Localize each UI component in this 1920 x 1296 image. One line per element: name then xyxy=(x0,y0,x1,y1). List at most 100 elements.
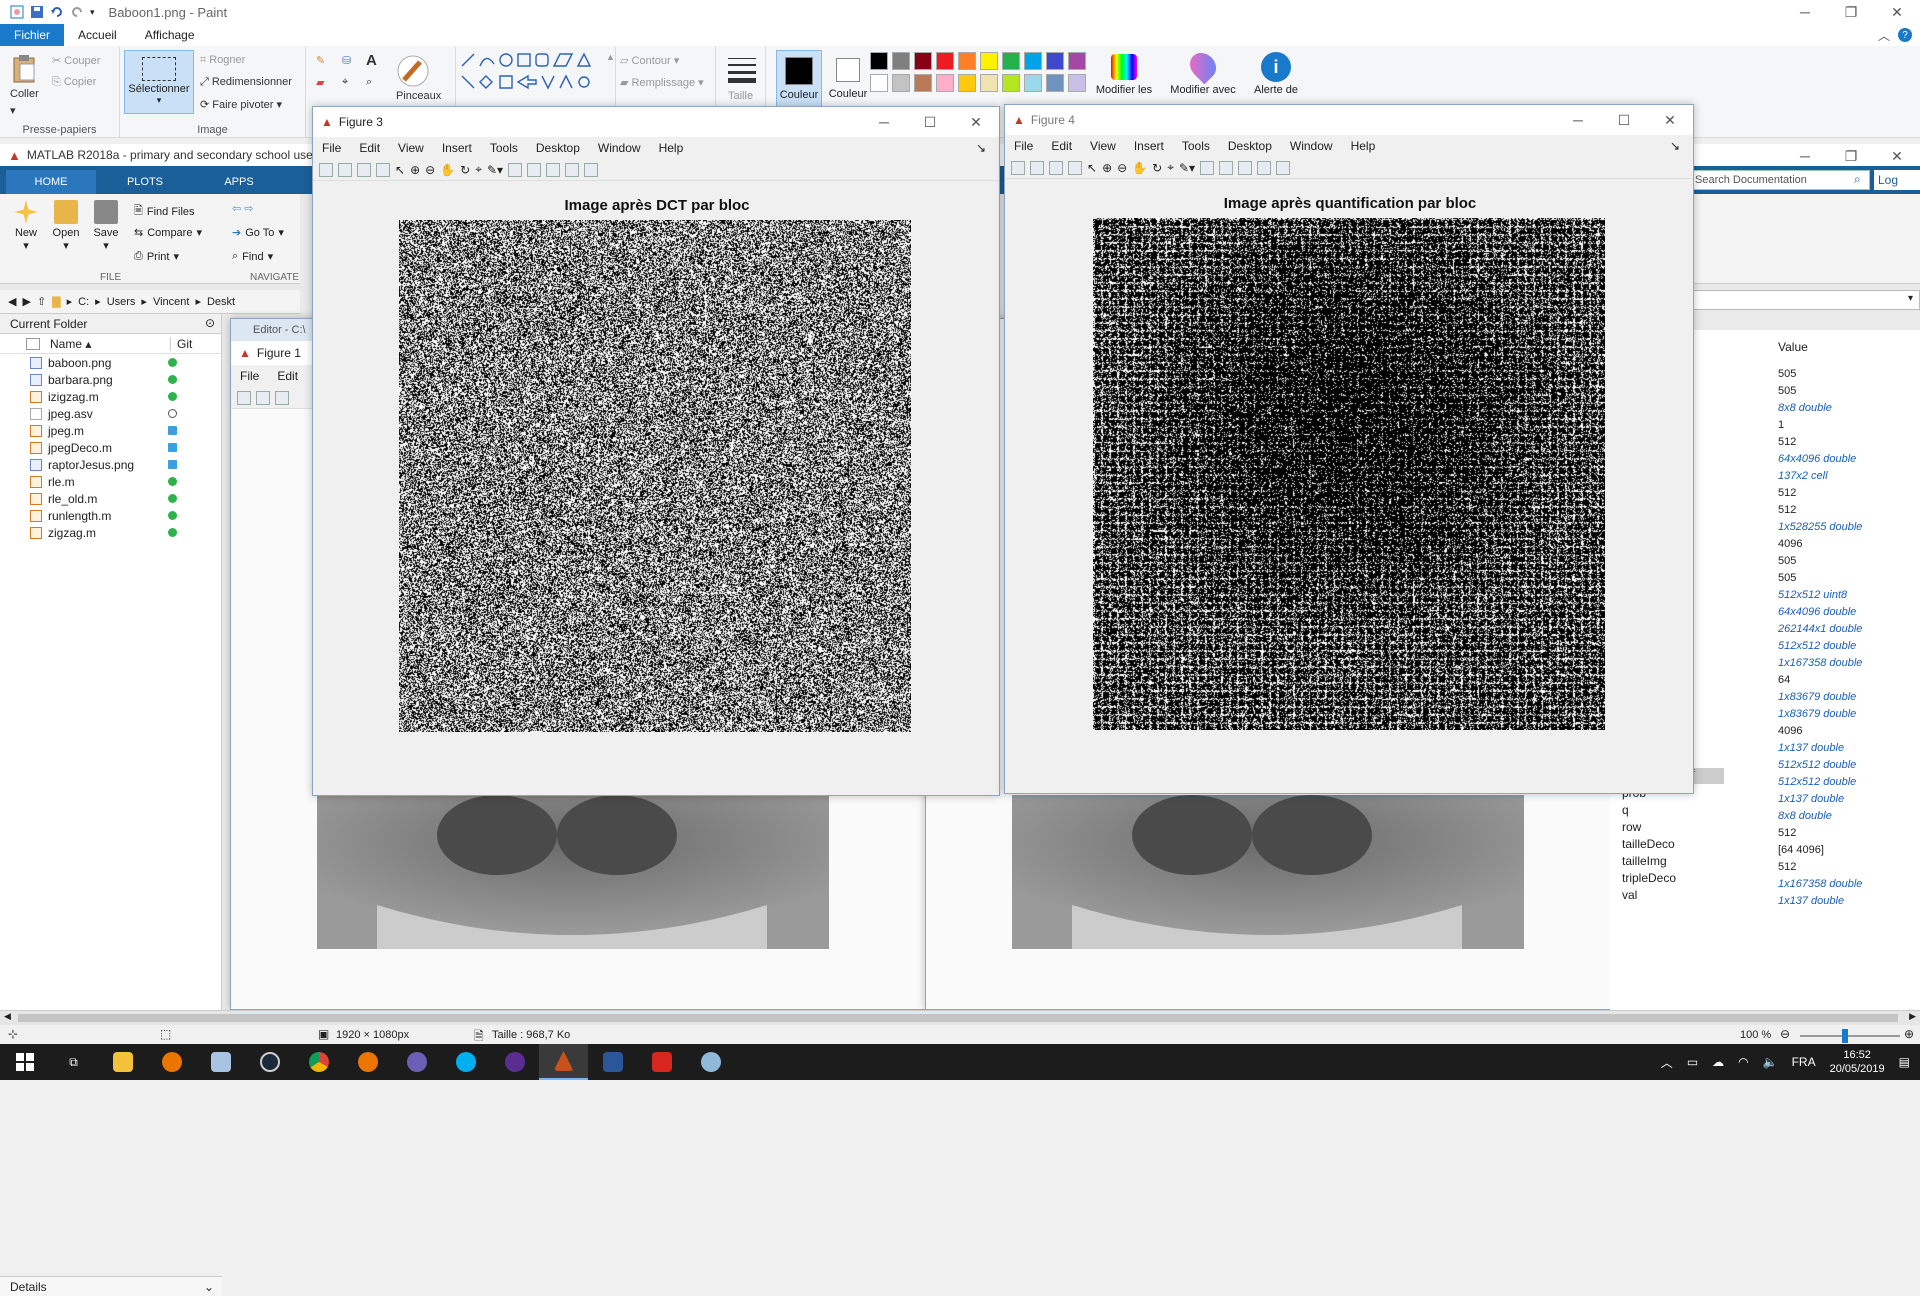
save-icon[interactable] xyxy=(30,5,44,19)
hide-tools-icon[interactable] xyxy=(1257,160,1272,175)
copy-button[interactable]: ⎘ Copier xyxy=(52,76,96,89)
taskbar-skype[interactable] xyxy=(441,1044,490,1080)
tab-plots[interactable]: PLOTS xyxy=(100,170,190,194)
workspace-variable-name[interactable]: row xyxy=(1622,820,1641,834)
brush-icon[interactable]: ✎▾ xyxy=(487,163,503,177)
back-arrow-icon[interactable]: ◀ xyxy=(8,295,16,308)
zoom-in-icon[interactable]: ⊕ xyxy=(410,163,420,177)
figure4-dock-icon[interactable]: ↘ xyxy=(1661,139,1689,153)
brush-icon[interactable]: ✎▾ xyxy=(1179,161,1195,175)
save-figure-icon[interactable] xyxy=(1049,160,1063,175)
taskbar-app2[interactable] xyxy=(490,1044,539,1080)
palette-swatch[interactable] xyxy=(1046,74,1064,92)
zoom-out-icon[interactable]: ⊖ xyxy=(425,163,435,177)
link-plot-icon[interactable] xyxy=(1200,160,1215,175)
up-folder-icon[interactable]: ⇧ xyxy=(37,295,46,308)
figure3-menu-edit[interactable]: Edit xyxy=(350,141,389,155)
find-button[interactable]: ⌕ Find ▾ xyxy=(232,250,273,263)
data-cursor-icon[interactable]: ⌖ xyxy=(1167,160,1174,175)
palette-swatch[interactable] xyxy=(958,52,976,70)
hide-tools-icon[interactable] xyxy=(565,162,580,177)
shapes-gallery[interactable] xyxy=(460,52,604,106)
palette-swatch[interactable] xyxy=(936,52,954,70)
taskbar-store[interactable] xyxy=(196,1044,245,1080)
figure4-maximize-icon[interactable]: ☐ xyxy=(1601,108,1647,132)
brushes-button[interactable]: Pinceaux xyxy=(396,90,441,102)
matlab-maximize-icon[interactable]: ❐ xyxy=(1828,144,1874,168)
taskbar-blender[interactable] xyxy=(147,1044,196,1080)
figure4-menu-window[interactable]: Window xyxy=(1281,139,1342,153)
save-figure-icon[interactable] xyxy=(357,162,371,177)
paste-icon[interactable] xyxy=(12,54,38,84)
task-view-button[interactable]: ⧉ xyxy=(49,1044,98,1080)
file-list-item[interactable]: raptorJesus.png xyxy=(0,456,221,473)
figure3-menu-tools[interactable]: Tools xyxy=(481,141,527,155)
file-list-item[interactable]: baboon.png xyxy=(0,354,221,371)
outline-dropdown[interactable]: ▱ Contour ▾ xyxy=(620,54,679,67)
file-list-item[interactable]: runlength.m xyxy=(0,507,221,524)
clock[interactable]: 16:52 20/05/2019 xyxy=(1830,1048,1885,1076)
figure4-minimize-icon[interactable]: ─ xyxy=(1555,108,1601,132)
print-figure-icon[interactable] xyxy=(376,162,390,177)
rotate3d-icon[interactable]: ↻ xyxy=(460,163,470,177)
taskbar-app[interactable] xyxy=(392,1044,441,1080)
zoom-slider[interactable] xyxy=(1800,1035,1900,1037)
figure1-menu-edit[interactable]: Edit xyxy=(268,369,307,383)
zoom-out-icon[interactable]: ⊖ xyxy=(1117,161,1127,175)
fill-dropdown[interactable]: ▰ Remplissage ▾ xyxy=(620,76,704,89)
taskbar-acrobat[interactable] xyxy=(637,1044,686,1080)
show-tools-icon[interactable] xyxy=(1276,160,1291,175)
pointer-icon[interactable]: ↖ xyxy=(1087,161,1097,175)
file-list-item[interactable]: izigzag.m xyxy=(0,388,221,405)
name-column-header[interactable]: Name ▴ xyxy=(50,337,160,351)
maximize-icon[interactable]: ❐ xyxy=(1828,0,1874,24)
resize-button[interactable]: ⤢ Redimensionner xyxy=(200,76,292,89)
figure4-menu-desktop[interactable]: Desktop xyxy=(1219,139,1281,153)
color2-button[interactable]: Couleur xyxy=(826,50,870,114)
rotate-button[interactable]: ⟳ Faire pivoter ▾ xyxy=(200,98,282,111)
matlab-minimize-icon[interactable]: ─ xyxy=(1782,144,1828,168)
figure3-menu-desktop[interactable]: Desktop xyxy=(527,141,589,155)
start-button[interactable] xyxy=(0,1044,49,1080)
taskbar-paint[interactable] xyxy=(686,1044,735,1080)
taskbar-chrome[interactable] xyxy=(294,1044,343,1080)
palette-swatch[interactable] xyxy=(1068,74,1086,92)
pan-icon[interactable]: ✋ xyxy=(1132,161,1147,175)
link-plot-icon[interactable] xyxy=(508,162,523,177)
taskbar-explorer[interactable] xyxy=(98,1044,147,1080)
minimize-ribbon-icon[interactable]: ︿ xyxy=(1878,27,1890,44)
print-figure-icon[interactable] xyxy=(1068,160,1082,175)
zoom-out-button[interactable]: ⊖ xyxy=(1780,1027,1790,1041)
tray-expand-icon[interactable]: ︿ xyxy=(1661,1054,1673,1071)
battery-icon[interactable]: ▭ xyxy=(1687,1055,1698,1069)
git-column-header[interactable]: Git xyxy=(170,336,192,351)
forward-arrow-icon[interactable]: ▶ xyxy=(22,295,30,308)
new-figure-icon[interactable] xyxy=(237,390,251,405)
zoom-in-button[interactable]: ⊕ xyxy=(1904,1027,1914,1041)
open-file-icon[interactable] xyxy=(1030,160,1044,175)
save-button[interactable]: Save ▾ xyxy=(86,198,126,252)
palette-swatch[interactable] xyxy=(1002,52,1020,70)
color-picker-icon[interactable]: ⌖ xyxy=(342,76,348,89)
palette-swatch[interactable] xyxy=(1024,52,1042,70)
cut-button[interactable]: ✂ Couper xyxy=(52,54,100,67)
figure3-menu-help[interactable]: Help xyxy=(650,141,693,155)
paste-button[interactable]: Coller xyxy=(10,88,39,100)
open-button[interactable]: Open ▾ xyxy=(46,198,86,252)
breadcrumb-1[interactable]: Users xyxy=(107,296,136,308)
tab-accueil[interactable]: Accueil xyxy=(64,24,131,46)
tab-affichage[interactable]: Affichage xyxy=(131,24,209,46)
tab-apps[interactable]: APPS xyxy=(194,170,284,194)
figure3-dock-icon[interactable]: ↘ xyxy=(967,141,995,155)
go-to-button[interactable]: ➔ Go To ▾ xyxy=(232,226,284,240)
open-file-icon[interactable] xyxy=(256,390,270,405)
palette-swatch[interactable] xyxy=(892,74,910,92)
pencil-icon[interactable]: ✎ xyxy=(316,54,325,67)
figure4-menu-help[interactable]: Help xyxy=(1342,139,1385,153)
figure1-menu-file[interactable]: File xyxy=(231,369,268,383)
tab-home[interactable]: HOME xyxy=(6,170,96,194)
file-list-item[interactable]: jpeg.asv xyxy=(0,405,221,422)
data-cursor-icon[interactable]: ⌖ xyxy=(475,162,482,177)
workspace-variable-name[interactable]: tailleImg xyxy=(1622,854,1667,868)
colorbar-icon[interactable] xyxy=(527,162,542,177)
